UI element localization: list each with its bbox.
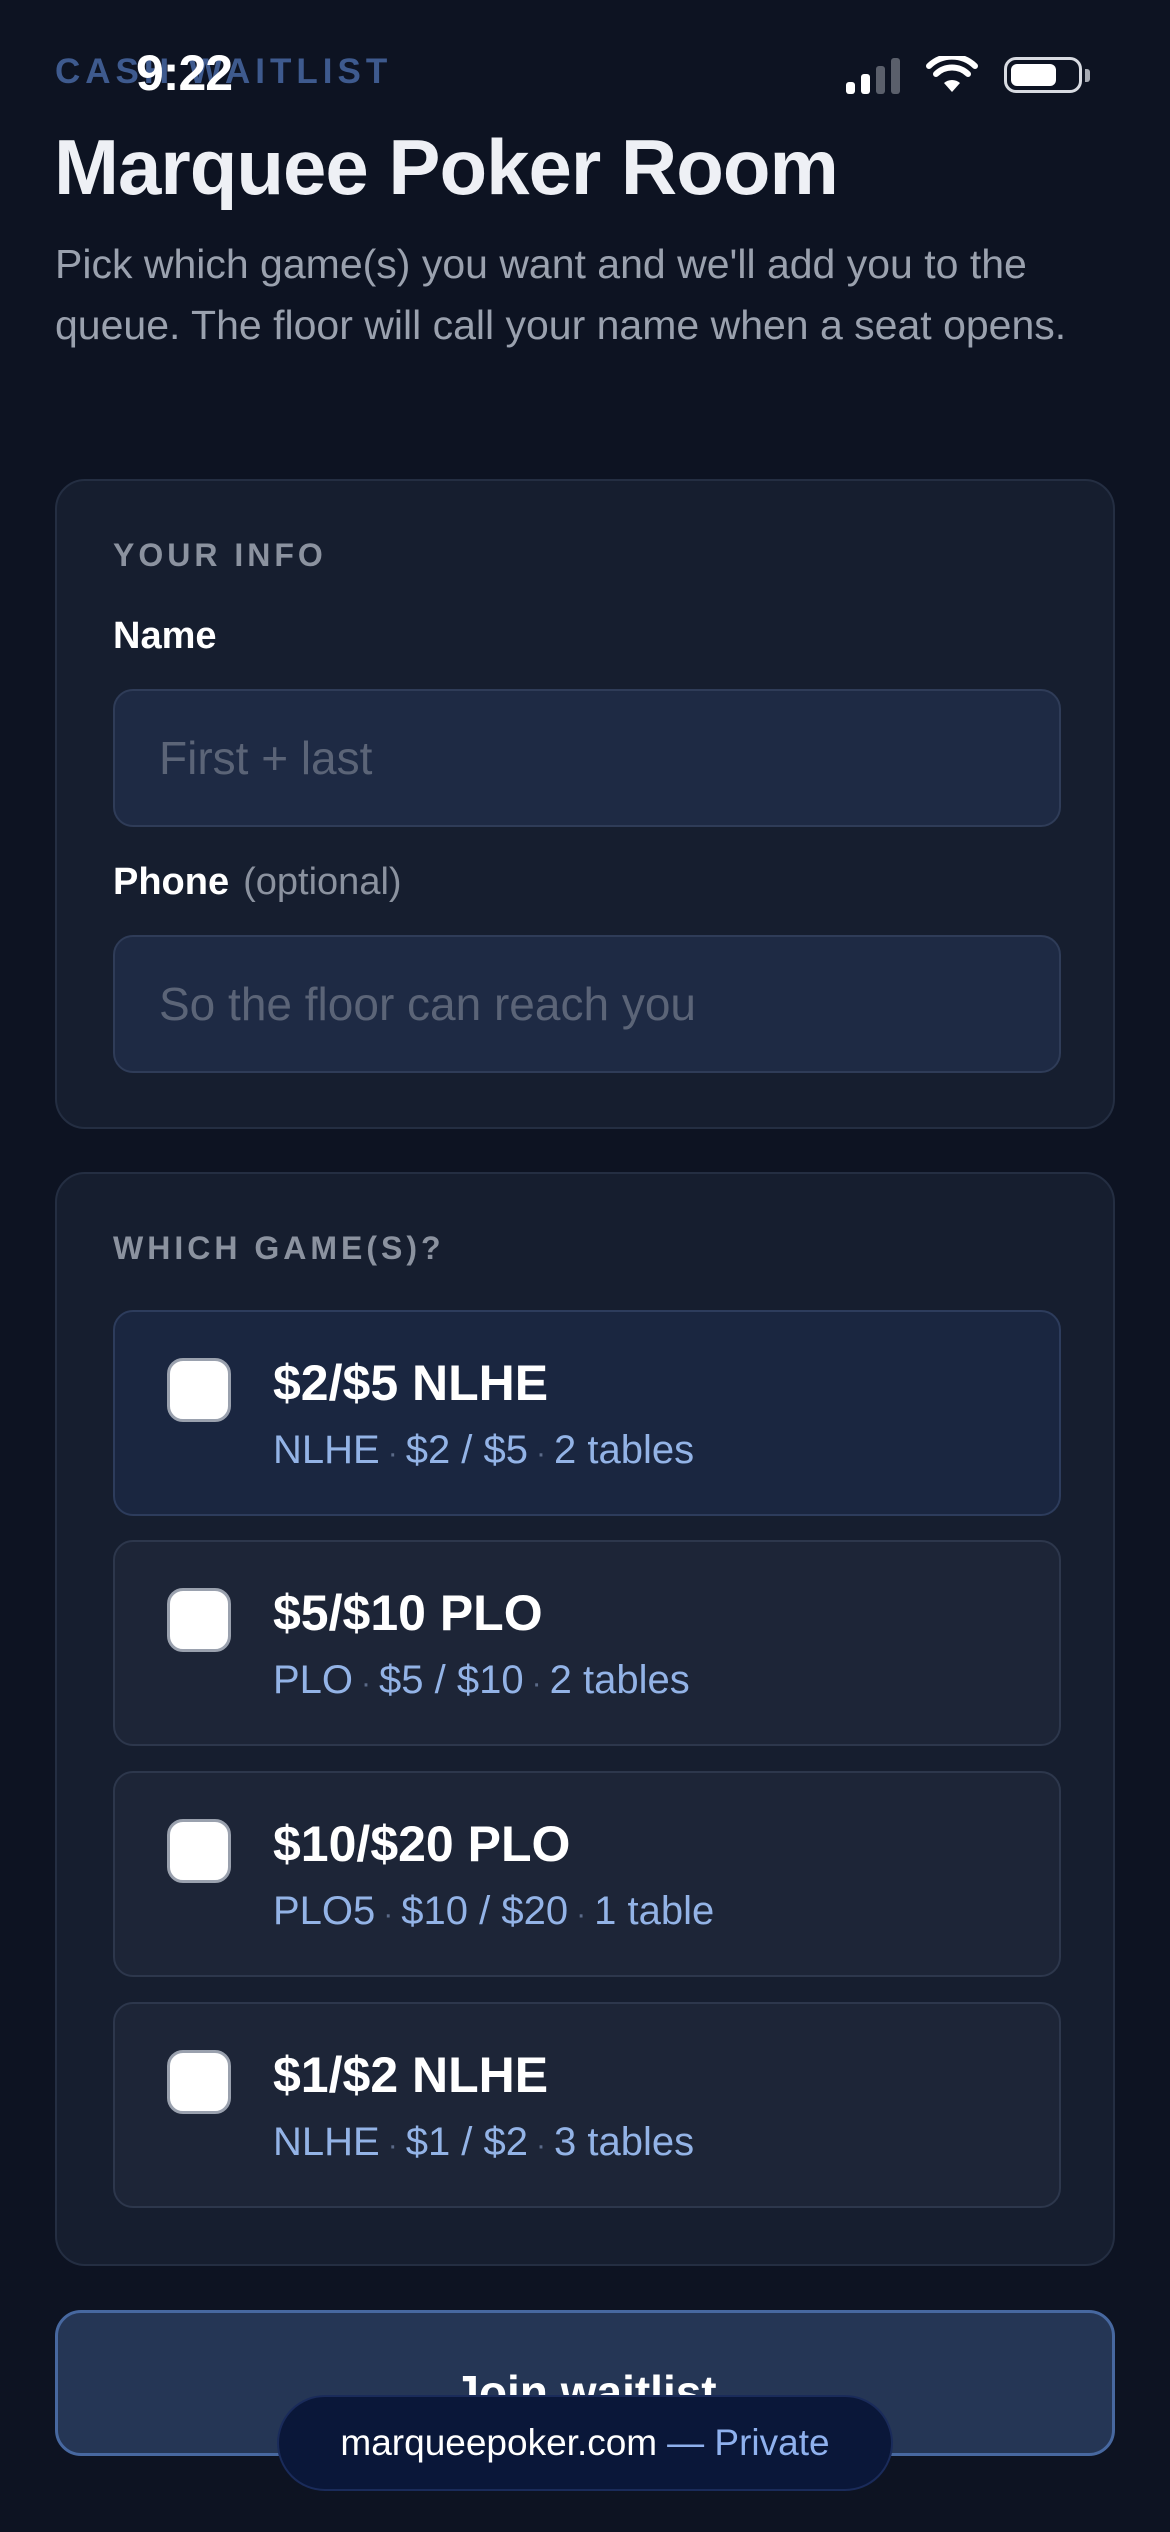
game-name: $10/$20 PLO — [273, 1816, 571, 1872]
game-name: $5/$10 PLO — [273, 1585, 543, 1641]
game-details: PLO · $5 / $10 · 2 tables — [273, 1658, 690, 1702]
game-checkbox[interactable] — [167, 1819, 231, 1883]
battery-icon — [1004, 57, 1090, 93]
game-option-5-10-plo[interactable]: $5/$10 PLO PLO · $5 / $10 · 2 tables — [113, 1540, 1061, 1746]
cellular-signal-icon — [846, 56, 900, 94]
page-subtitle: Pick which game(s) you want and we'll ad… — [55, 241, 1067, 348]
game-checkbox[interactable] — [167, 1588, 231, 1652]
your-info-card: YOUR INFO Name Phone(optional) — [55, 479, 1115, 1129]
status-time: 9:22 — [136, 45, 233, 101]
your-info-heading: YOUR INFO — [113, 537, 327, 573]
games-card: WHICH GAME(S)? $2/$5 NLHE NLHE · $2 / $5 · 2… — [55, 1172, 1115, 2266]
game-option-10-20-plo[interactable]: $10/$20 PLO PLO5 · $10 / $20 · 1 table — [113, 1771, 1061, 1977]
game-checkbox[interactable] — [167, 2050, 231, 2114]
waitlist-page: 9:22 CASH WAITLIST Marquee Poker Room Pi… — [0, 0, 1170, 2532]
url-domain: marqueepoker.com — [340, 2422, 658, 2463]
phone-input[interactable] — [113, 935, 1061, 1073]
wifi-icon — [926, 56, 978, 92]
page-title: Marquee Poker Room — [54, 123, 839, 211]
game-option-1-2-nlhe[interactable]: $1/$2 NLHE NLHE · $1 / $2 · 3 tables — [113, 2002, 1061, 2208]
game-details: NLHE · $2 / $5 · 2 tables — [273, 1428, 695, 1472]
game-name: $1/$2 NLHE — [273, 2047, 549, 2103]
url-bar[interactable]: marqueepoker.com — Private — [277, 2395, 893, 2491]
games-heading: WHICH GAME(S)? — [113, 1230, 445, 1266]
phone-label: Phone (optional) — [113, 861, 402, 903]
game-checkbox[interactable] — [167, 1358, 231, 1422]
game-name: $2/$5 NLHE — [273, 1355, 549, 1411]
phone-optional-hint: (optional) — [243, 861, 402, 903]
url-privacy-label: — Private — [667, 2422, 830, 2463]
status-icons — [846, 56, 1090, 94]
game-details: NLHE · $1 / $2 · 3 tables — [273, 2120, 695, 2164]
name-label: Name — [113, 615, 217, 657]
game-details: PLO5 · $10 / $20 · 1 table — [273, 1889, 715, 1933]
game-option-2-5-nlhe[interactable]: $2/$5 NLHE NLHE · $2 / $5 · 2 tables — [113, 1310, 1061, 1516]
name-input[interactable] — [113, 689, 1061, 827]
